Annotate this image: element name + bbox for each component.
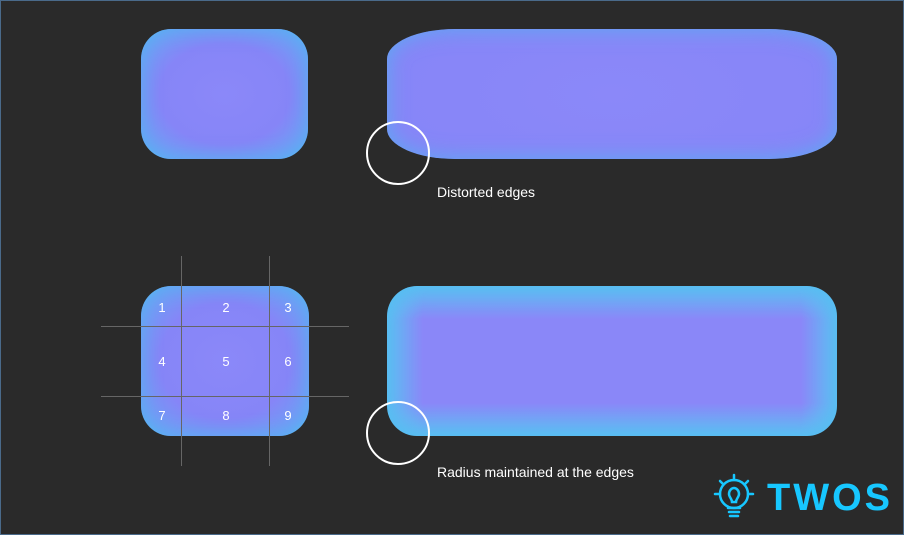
label-distorted-edges: Distorted edges	[437, 184, 535, 200]
grid-cell-2: 2	[219, 300, 233, 315]
highlight-circle-bottom	[366, 401, 430, 465]
grid-line-vertical-1	[181, 256, 182, 466]
stretched-rect-distorted	[387, 29, 837, 159]
nine-slice-grid: 1 2 3 4 5 6 7 8 9	[101, 256, 349, 466]
grid-line-horizontal-1	[101, 326, 349, 327]
grid-cell-3: 3	[281, 300, 295, 315]
grid-cell-6: 6	[281, 354, 295, 369]
grid-cell-8: 8	[219, 408, 233, 423]
lightbulb-icon	[711, 472, 757, 524]
watermark-text: TWOS	[767, 477, 893, 520]
grid-line-vertical-2	[269, 256, 270, 466]
grid-line-horizontal-2	[101, 396, 349, 397]
grid-cell-7: 7	[155, 408, 169, 423]
label-radius-maintained: Radius maintained at the edges	[437, 464, 634, 480]
original-rounded-rect	[141, 29, 308, 159]
watermark: TWOS	[711, 472, 893, 524]
highlight-circle-top	[366, 121, 430, 185]
grid-cell-5: 5	[219, 354, 233, 369]
nine-slice-scaled-rect	[387, 286, 837, 436]
grid-cell-1: 1	[155, 300, 169, 315]
grid-cell-9: 9	[281, 408, 295, 423]
grid-cell-4: 4	[155, 354, 169, 369]
